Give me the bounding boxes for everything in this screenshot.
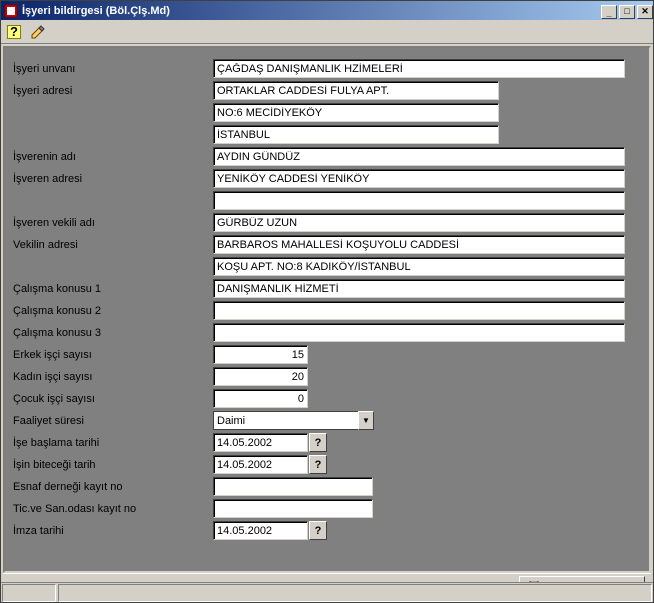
date-help-button-2[interactable]: ? bbox=[309, 455, 327, 474]
form-panel: İşyeri unvanı İşyeri adresi İşverenin ad… bbox=[3, 46, 651, 573]
date-help-button-3[interactable]: ? bbox=[309, 521, 327, 540]
dropdown-button[interactable]: ▼ bbox=[358, 411, 374, 430]
titlebar: İşyeri bildirgesi (Böl.Çlş.Md) _ □ ✕ bbox=[1, 1, 653, 20]
label-isin-bitecegi-tarih: İşin biteceği tarih bbox=[13, 459, 213, 471]
input-isveren-adresi-1[interactable] bbox=[213, 169, 625, 188]
window-title: İşyeri bildirgesi (Böl.Çlş.Md) bbox=[22, 5, 599, 17]
maximize-button[interactable]: □ bbox=[619, 5, 635, 19]
chevron-down-icon: ▼ bbox=[362, 416, 370, 425]
pencil-icon bbox=[30, 24, 46, 40]
label-ise-baslama-tarihi: İşe başlama tarihi bbox=[13, 437, 213, 449]
input-calisma-konusu-1[interactable] bbox=[213, 279, 625, 298]
app-icon bbox=[3, 3, 19, 19]
status-cell-1 bbox=[2, 584, 56, 602]
label-cocuk-isci-sayisi: Çocuk işçi sayısı bbox=[13, 393, 213, 405]
input-isveren-vekili-adi[interactable] bbox=[213, 213, 625, 232]
input-esnaf-dernegi-kayit-no[interactable] bbox=[213, 477, 373, 496]
label-isyeri-unvani: İşyeri unvanı bbox=[13, 63, 213, 75]
label-calisma-konusu-2: Çalışma konusu 2 bbox=[13, 305, 213, 317]
label-tic-san-odasi-kayit-no: Tic.ve San.odası kayıt no bbox=[13, 503, 213, 515]
input-isveren-adresi-2[interactable] bbox=[213, 191, 625, 210]
button-bar: Beyanname göster bbox=[3, 573, 651, 582]
input-erkek-isci-sayisi[interactable] bbox=[213, 345, 308, 364]
input-isyeri-adresi-3[interactable] bbox=[213, 125, 499, 144]
date-help-button-1[interactable]: ? bbox=[309, 433, 327, 452]
close-button[interactable]: ✕ bbox=[637, 5, 653, 19]
input-isin-bitecegi-tarih[interactable] bbox=[213, 455, 308, 474]
input-ise-baslama-tarihi[interactable] bbox=[213, 433, 308, 452]
window: İşyeri bildirgesi (Böl.Çlş.Md) _ □ ✕ ? İ… bbox=[0, 0, 654, 603]
toolbar: ? bbox=[1, 20, 653, 44]
input-isyeri-adresi-1[interactable] bbox=[213, 81, 499, 100]
input-kadin-isci-sayisi[interactable] bbox=[213, 367, 308, 386]
input-cocuk-isci-sayisi[interactable] bbox=[213, 389, 308, 408]
input-isverenin-adi[interactable] bbox=[213, 147, 625, 166]
edit-button[interactable] bbox=[27, 21, 49, 42]
label-erkek-isci-sayisi: Erkek işçi sayısı bbox=[13, 349, 213, 361]
label-isveren-adresi: İşveren adresi bbox=[13, 173, 213, 185]
label-isveren-vekili-adi: İşveren vekili adı bbox=[13, 217, 213, 229]
label-vekilin-adresi: Vekilin adresi bbox=[13, 239, 213, 251]
label-isverenin-adi: İşverenin adı bbox=[13, 151, 213, 163]
input-imza-tarihi[interactable] bbox=[213, 521, 308, 540]
label-calisma-konusu-1: Çalışma konusu 1 bbox=[13, 283, 213, 295]
input-vekilin-adresi-1[interactable] bbox=[213, 235, 625, 254]
select-faaliyet-suresi[interactable]: Daimi ▼ bbox=[213, 411, 374, 430]
statusbar bbox=[1, 582, 653, 602]
label-esnaf-dernegi-kayit-no: Esnaf derneği kayıt no bbox=[13, 481, 213, 493]
help-button[interactable]: ? bbox=[3, 21, 25, 42]
input-vekilin-adresi-2[interactable] bbox=[213, 257, 625, 276]
status-cell-2 bbox=[58, 584, 652, 602]
select-value: Daimi bbox=[213, 411, 358, 430]
input-calisma-konusu-3[interactable] bbox=[213, 323, 625, 342]
label-faaliyet-suresi: Faaliyet süresi bbox=[13, 415, 213, 427]
label-imza-tarihi: İmza tarihi bbox=[13, 525, 213, 537]
input-isyeri-adresi-2[interactable] bbox=[213, 103, 499, 122]
form-area: İşyeri unvanı İşyeri adresi İşverenin ad… bbox=[1, 44, 653, 582]
label-isyeri-adresi: İşyeri adresi bbox=[13, 85, 213, 97]
label-kadin-isci-sayisi: Kadın işçi sayısı bbox=[13, 371, 213, 383]
input-isyeri-unvani[interactable] bbox=[213, 59, 625, 78]
minimize-button[interactable]: _ bbox=[601, 5, 617, 19]
input-tic-san-odasi-kayit-no[interactable] bbox=[213, 499, 373, 518]
label-calisma-konusu-3: Çalışma konusu 3 bbox=[13, 327, 213, 339]
input-calisma-konusu-2[interactable] bbox=[213, 301, 625, 320]
